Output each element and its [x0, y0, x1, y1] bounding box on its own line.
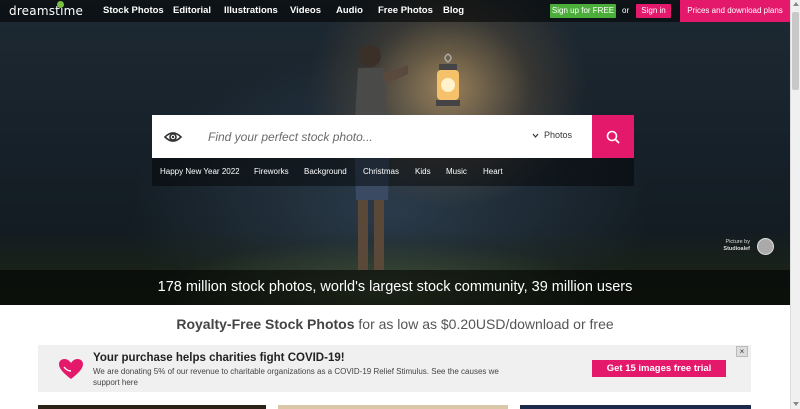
- free-trial-button[interactable]: Get 15 images free trial: [592, 360, 726, 377]
- nav-illustrations[interactable]: Illustrations: [224, 5, 278, 16]
- logo-dot-icon: [57, 1, 64, 8]
- popular-tags: Happy New Year 2022 Fireworks Background…: [152, 158, 634, 186]
- tag-fireworks[interactable]: Fireworks: [254, 167, 289, 176]
- prices-button[interactable]: Prices and download plans: [680, 0, 790, 22]
- charity-banner: Your purchase helps charities fight COVI…: [38, 345, 751, 392]
- nav-free-photos[interactable]: Free Photos: [378, 5, 433, 16]
- scroll-up-icon[interactable]: [793, 2, 799, 6]
- search-button[interactable]: [592, 115, 634, 158]
- nav-editorial[interactable]: Editorial: [173, 5, 211, 16]
- credit-label: Picture by: [725, 239, 750, 245]
- search-icon: [606, 130, 620, 144]
- credit-author: Studioalef: [723, 246, 750, 252]
- page: dreamstime Stock Photos Editorial Illust…: [0, 0, 800, 409]
- chevron-down-icon: [532, 133, 539, 139]
- scrollbar[interactable]: [790, 0, 800, 409]
- royalty-bold: Royalty-Free Stock Photos: [176, 316, 355, 332]
- tag-christmas[interactable]: Christmas: [363, 167, 399, 176]
- eye-icon[interactable]: [152, 115, 194, 158]
- picture-credit[interactable]: Picture by Studioalef: [718, 239, 750, 253]
- search-input[interactable]: [208, 128, 528, 146]
- charity-text: We are donating 5% of our revenue to cha…: [93, 367, 499, 387]
- top-nav: dreamstime Stock Photos Editorial Illust…: [0, 0, 790, 22]
- thumbnail-1[interactable]: [38, 405, 266, 409]
- heart-icon: [59, 359, 83, 379]
- or-label: or: [622, 6, 630, 15]
- tag-music[interactable]: Music: [446, 167, 467, 176]
- thumbnail-2[interactable]: [278, 405, 508, 409]
- tag-kids[interactable]: Kids: [415, 167, 431, 176]
- nav-audio[interactable]: Audio: [336, 5, 363, 16]
- search-category-select[interactable]: Photos: [532, 130, 572, 140]
- nav-blog[interactable]: Blog: [443, 5, 464, 16]
- hero-stats: 178 million stock photos, world's larges…: [0, 270, 790, 305]
- avatar[interactable]: [757, 238, 774, 255]
- lantern: [436, 53, 460, 106]
- close-icon[interactable]: ×: [736, 346, 748, 357]
- scroll-thumb[interactable]: [792, 12, 799, 90]
- nav-videos[interactable]: Videos: [290, 5, 321, 16]
- tag-happy-new-year[interactable]: Happy New Year 2022: [160, 167, 240, 176]
- signup-button[interactable]: Sign up for FREE: [550, 4, 616, 18]
- logo[interactable]: dreamstime: [9, 4, 83, 18]
- tag-background[interactable]: Background: [304, 167, 347, 176]
- royalty-headline: Royalty-Free Stock Photos for as low as …: [0, 316, 790, 332]
- nav-stock-photos[interactable]: Stock Photos: [103, 5, 164, 16]
- royalty-rest: for as low as $0.20USD/download or free: [354, 316, 614, 332]
- search-bar: Photos: [152, 115, 634, 158]
- tag-heart[interactable]: Heart: [483, 167, 503, 176]
- signin-button[interactable]: Sign in: [636, 4, 671, 18]
- scroll-down-icon[interactable]: [793, 402, 799, 406]
- charity-title: Your purchase helps charities fight COVI…: [93, 352, 345, 364]
- search-category-label: Photos: [544, 130, 573, 140]
- thumbnail-3[interactable]: [520, 405, 751, 409]
